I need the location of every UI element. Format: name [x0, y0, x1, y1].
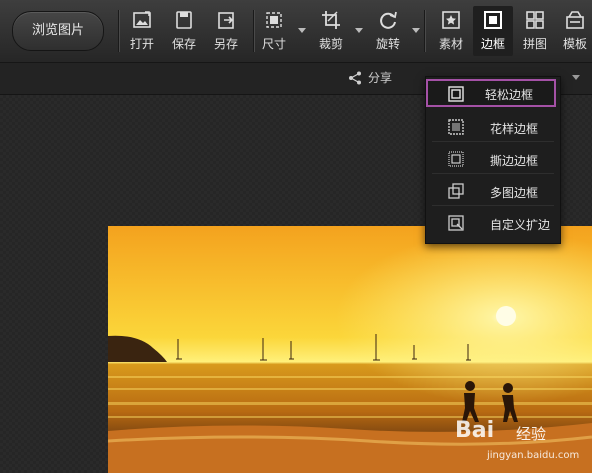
menu-item-pattern-border[interactable]: 花样边框 [432, 113, 554, 142]
menu-item-label: 撕边边框 [490, 154, 539, 168]
rotate-dropdown-caret[interactable] [412, 28, 420, 33]
material-button[interactable]: 素材 [431, 6, 471, 56]
toolbar-separator [424, 10, 425, 52]
watermark-url: jingyan.baidu.com [487, 450, 580, 461]
main-toolbar: 浏览图片 打开 保存 另存 尺寸 裁剪 旋转 素材 边框 拼图 模板 [0, 0, 592, 63]
collage-label: 拼图 [522, 37, 547, 51]
crop-label: 裁剪 [318, 37, 343, 51]
share-label: 分享 [368, 71, 393, 85]
multi-image-border-icon [448, 183, 464, 199]
save-as-label: 另存 [213, 37, 238, 51]
menu-item-custom-extend-border[interactable]: 自定义扩边 [432, 209, 554, 237]
watermark-text: 经验 [516, 425, 547, 443]
menu-item-label: 花样边框 [490, 122, 539, 136]
menu-item-label: 自定义扩边 [490, 218, 551, 232]
border-label: 边框 [480, 37, 505, 51]
menu-item-label: 轻松边框 [485, 88, 534, 102]
watermark-brand: Bai [455, 418, 495, 443]
pattern-border-icon [448, 119, 464, 135]
share-icon [349, 71, 361, 85]
toolbar-separator [118, 10, 119, 52]
border-button[interactable]: 边框 [473, 6, 513, 56]
menu-item-torn-edge-border[interactable]: 撕边边框 [432, 145, 554, 174]
open-image-icon [133, 11, 151, 28]
save-as-button[interactable]: 另存 [206, 6, 246, 56]
resize-icon [266, 12, 282, 28]
rotate-label: 旋转 [375, 37, 400, 51]
menu-item-multi-image-border[interactable]: 多图边框 [432, 177, 554, 206]
crop-dropdown-caret[interactable] [355, 28, 363, 33]
menu-item-label: 多图边框 [490, 186, 539, 200]
subbar-dropdown-caret[interactable] [572, 75, 580, 80]
browse-images-button[interactable]: 浏览图片 [12, 11, 104, 51]
simple-border-icon [448, 86, 464, 102]
material-icon [442, 11, 460, 29]
share-button[interactable]: 分享 [348, 69, 392, 86]
crop-icon [322, 11, 340, 29]
save-label: 保存 [171, 37, 196, 51]
open-label: 打开 [129, 37, 154, 51]
open-button[interactable]: 打开 [122, 6, 162, 56]
menu-item-simple-border[interactable]: 轻松边框 [426, 79, 556, 107]
save-button[interactable]: 保存 [164, 6, 204, 56]
torn-edge-border-icon [448, 151, 464, 167]
crop-button[interactable]: 裁剪 [311, 6, 351, 56]
border-icon [484, 11, 502, 29]
size-label: 尺寸 [261, 37, 286, 51]
custom-extend-border-icon [448, 215, 464, 231]
collage-icon [526, 11, 544, 29]
collage-button[interactable]: 拼图 [515, 6, 555, 56]
save-icon [176, 11, 192, 29]
size-button[interactable]: 尺寸 [254, 6, 294, 56]
size-dropdown-caret[interactable] [298, 28, 306, 33]
template-label: 模板 [563, 37, 588, 51]
rotate-button[interactable]: 旋转 [368, 6, 408, 56]
rotate-icon [380, 11, 397, 29]
border-dropdown-menu: 轻松边框 花样边框 撕边边框 多图边框 自定义扩边 [425, 76, 561, 244]
template-icon [565, 11, 584, 29]
material-label: 素材 [438, 37, 463, 51]
template-button[interactable]: 模板 [557, 6, 592, 56]
save-as-icon [218, 12, 234, 29]
